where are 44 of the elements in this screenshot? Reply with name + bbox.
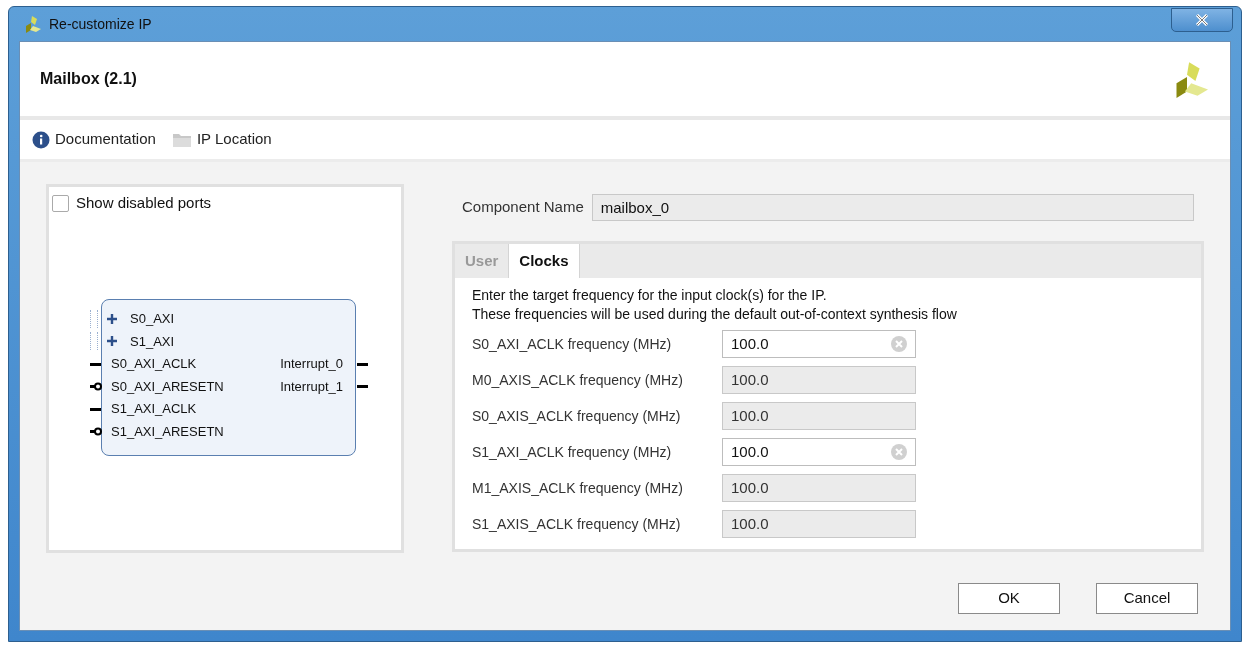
window-title: Re-customize IP bbox=[49, 14, 152, 34]
field-label: S0_AXIS_ACLK frequency (MHz) bbox=[472, 406, 682, 426]
port-label: S1_AXI_ACLK bbox=[111, 400, 197, 418]
port-label: S1_AXI bbox=[130, 332, 175, 351]
ip-title: Mailbox (2.1) bbox=[40, 69, 137, 89]
field-value: 100.0 bbox=[731, 477, 769, 498]
field-label: S1_AXIS_ACLK frequency (MHz) bbox=[472, 514, 682, 534]
port-label: Interrupt_1 bbox=[280, 377, 343, 396]
port-label: S0_AXI_ARESETN bbox=[111, 377, 224, 396]
field-value: 100.0 bbox=[731, 405, 769, 426]
description-text: These frequencies will be used during the default out-of-context synthesis flow bbox=[472, 305, 958, 324]
toolbar-link[interactable]: Documentation bbox=[32, 128, 156, 151]
info-icon bbox=[32, 130, 50, 149]
field-label: M0_AXIS_ACLK frequency (MHz) bbox=[472, 370, 684, 390]
inverted-pin-icon bbox=[90, 381, 102, 392]
plus-icon[interactable] bbox=[106, 312, 118, 325]
dialog-button[interactable]: OK bbox=[958, 583, 1060, 614]
close-icon bbox=[1195, 14, 1209, 26]
component-name-field[interactable]: mailbox_0 bbox=[591, 194, 1194, 221]
field-value: 100.0 bbox=[731, 333, 769, 354]
description-text: Enter the target frequency for the input clock(s) for the IP. bbox=[472, 286, 828, 305]
field-value: 100.0 bbox=[731, 369, 769, 390]
port-label: S0_AXI bbox=[130, 310, 175, 328]
plus-icon[interactable] bbox=[106, 335, 118, 347]
dialog-button[interactable]: Cancel bbox=[1096, 583, 1198, 614]
field-label: S1_AXI_ACLK frequency (MHz) bbox=[472, 442, 673, 462]
frequency-field[interactable]: 100.0 bbox=[722, 438, 916, 466]
dotted-pin bbox=[90, 332, 98, 350]
field-value: 100.0 bbox=[731, 513, 769, 534]
port-label: Interrupt_0 bbox=[280, 355, 343, 373]
field-value: 100.0 bbox=[731, 441, 769, 462]
field-label: S0_AXI_ACLK frequency (MHz) bbox=[472, 334, 673, 354]
field-label: M1_AXIS_ACLK frequency (MHz) bbox=[472, 478, 684, 498]
port-label: S1_AXI_ARESETN bbox=[111, 422, 224, 441]
toolbar-link[interactable]: IP Location bbox=[171, 128, 272, 151]
checkbox[interactable] bbox=[52, 194, 69, 212]
close-button[interactable] bbox=[1171, 8, 1233, 32]
field-label: Component Name bbox=[462, 197, 584, 218]
inverted-pin-icon bbox=[90, 426, 102, 437]
folder-icon bbox=[171, 131, 192, 148]
tab[interactable]: Clocks bbox=[509, 244, 580, 278]
frequency-field[interactable]: 100.0 bbox=[722, 330, 916, 358]
port-label: S0_AXI_ACLK bbox=[111, 355, 197, 373]
dotted-pin bbox=[90, 309, 98, 328]
